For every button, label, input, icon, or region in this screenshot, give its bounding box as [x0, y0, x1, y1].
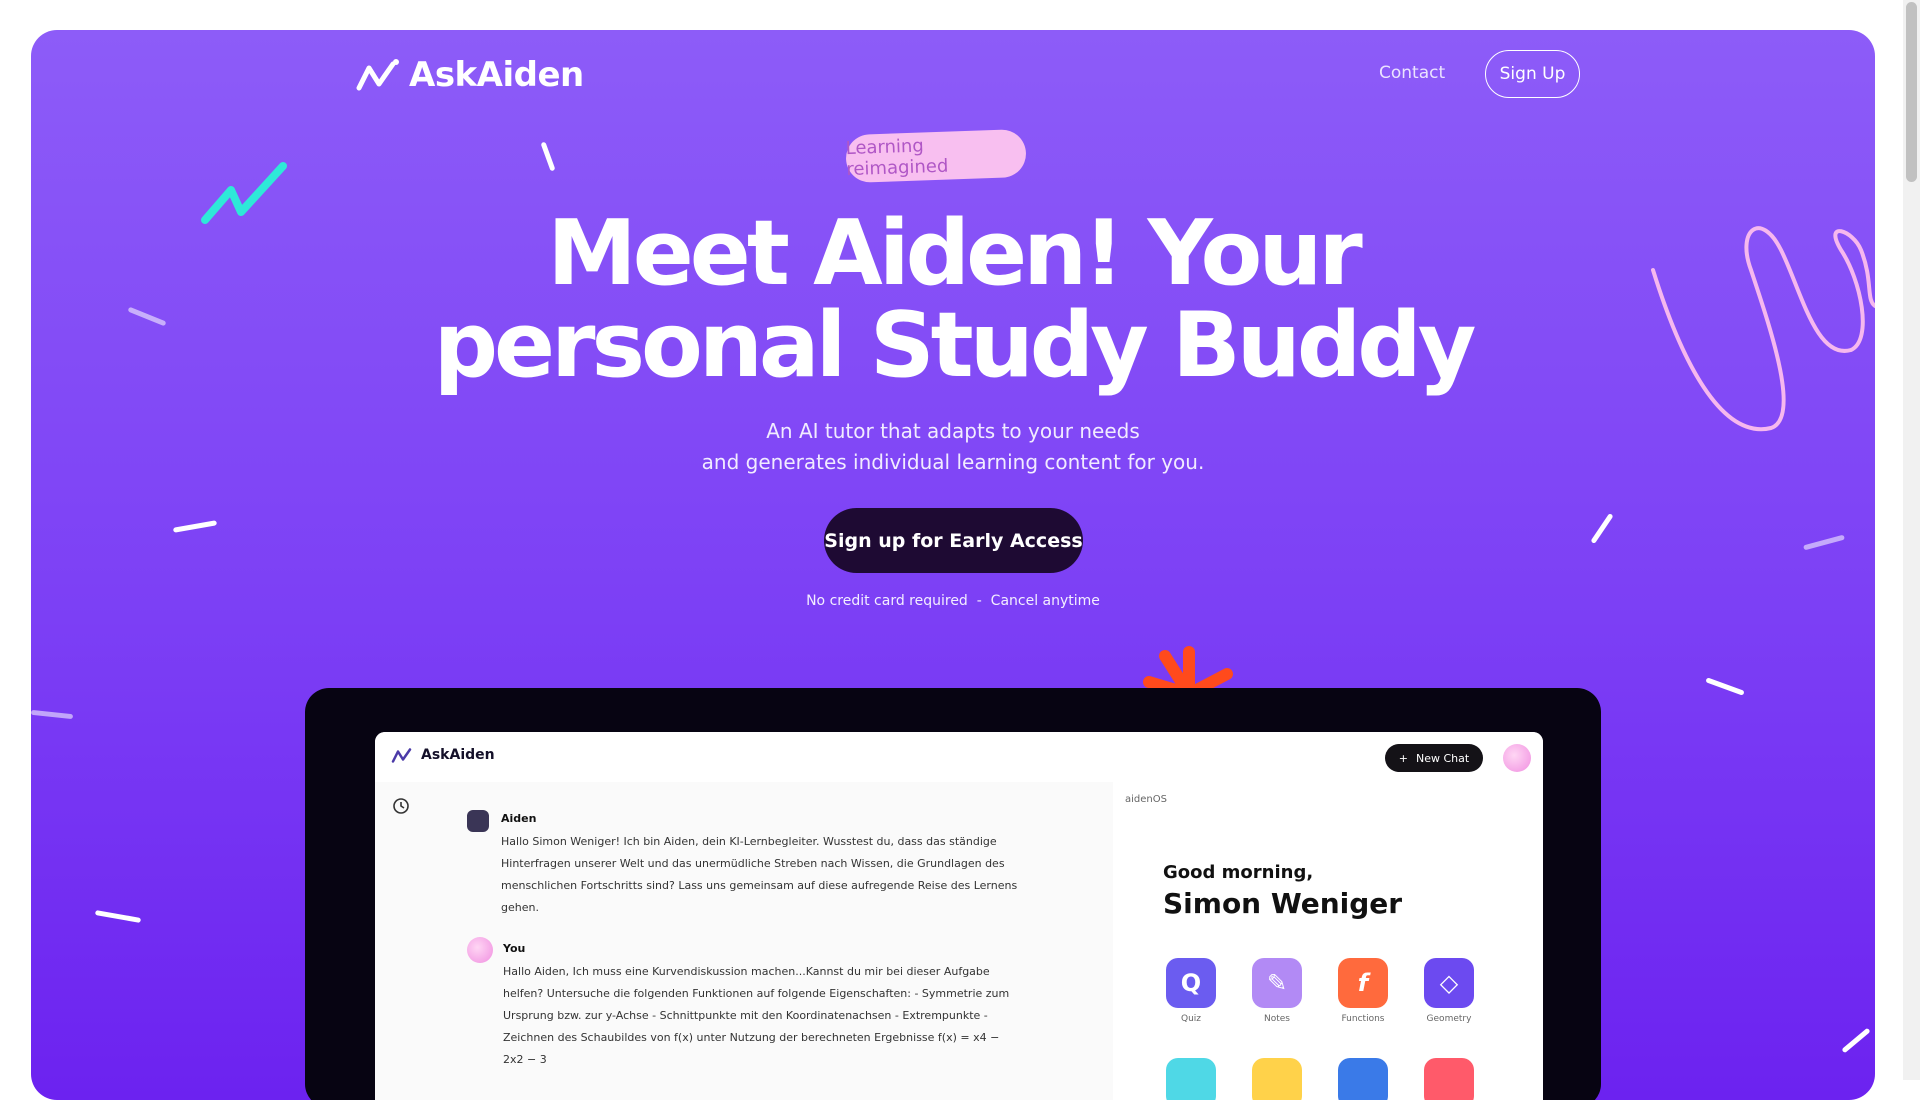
tile-functions[interactable]: f Functions [1335, 958, 1391, 1024]
headline-line-2: personal Study Buddy [433, 293, 1477, 398]
subtitle: An AI tutor that adapts to your needs an… [31, 416, 1875, 478]
app-header: AskAiden + New Chat [375, 732, 1543, 782]
page-title: Meet Aiden! Your personal Study Buddy [31, 208, 1875, 392]
functions-icon: f [1338, 958, 1388, 1008]
panel-label: aidenOS [1125, 794, 1167, 805]
tile-more[interactable] [1163, 1058, 1219, 1100]
scrollbar-thumb[interactable] [1906, 2, 1917, 182]
notes-icon: ✎ [1252, 958, 1302, 1008]
brand-logo[interactable]: AskAiden [355, 55, 584, 95]
tile-more[interactable] [1421, 1058, 1477, 1100]
tile-more[interactable] [1335, 1058, 1391, 1100]
subtitle-line-1: An AI tutor that adapts to your needs [766, 419, 1140, 443]
tile-label: Geometry [1426, 1014, 1472, 1024]
user-avatar [467, 937, 493, 963]
app-preview-screen: AskAiden + New Chat Aiden Hallo Simon We… [375, 732, 1543, 1100]
avatar[interactable] [1503, 744, 1531, 772]
app-brand-name: AskAiden [421, 747, 495, 763]
signup-note: No credit card required - Cancel anytime [806, 593, 1100, 609]
tile-notes[interactable]: ✎ Notes [1249, 958, 1305, 1024]
tagline-badge: Learning reimagined [845, 128, 1027, 184]
brand-name: AskAiden [409, 55, 584, 95]
signup-button[interactable]: Sign Up [1485, 50, 1580, 98]
geometry-icon: ◇ [1424, 958, 1474, 1008]
message-text: Hallo Simon Weniger! Ich bin Aiden, dein… [501, 835, 1018, 914]
app-logo: AskAiden [391, 746, 495, 764]
aiden-avatar [467, 810, 489, 832]
chat-message: You Hallo Aiden, Ich muss eine Kurvendis… [503, 942, 1023, 1071]
app-icon [1424, 1058, 1474, 1100]
message-sender: Aiden [501, 812, 537, 825]
dash-decoration [1803, 534, 1845, 551]
message-sender: You [503, 942, 526, 955]
new-chat-label: New Chat [1416, 751, 1470, 765]
chat-message: Aiden Hallo Simon Weniger! Ich bin Aiden… [501, 812, 1021, 919]
history-icon[interactable] [391, 796, 411, 816]
tile-more[interactable] [1249, 1058, 1305, 1100]
tile-label: Quiz [1180, 1014, 1201, 1024]
tile-label: Notes [1264, 1014, 1290, 1024]
aidenos-panel: aidenOS Good morning, Simon Weniger Q Qu… [1113, 782, 1543, 1100]
logo-mark-icon [391, 748, 412, 763]
dash-decoration [94, 910, 142, 923]
dash-decoration [1841, 1027, 1871, 1054]
app-icon [1338, 1058, 1388, 1100]
scrollbar[interactable] [1903, 0, 1920, 1080]
tile-label: Functions [1341, 1014, 1385, 1024]
tile-quiz[interactable]: Q Quiz [1163, 958, 1219, 1024]
app-icon [1252, 1058, 1302, 1100]
tile-geometry[interactable]: ◇ Geometry [1421, 958, 1477, 1024]
hero-section: AskAiden Contact Sign Up Learning reimag… [31, 30, 1875, 1100]
subtitle-line-2: and generates individual learning conten… [701, 450, 1205, 474]
message-text: Hallo Aiden, Ich muss eine Kurvendiskuss… [503, 965, 1010, 1066]
dash-decoration [172, 520, 218, 533]
dash-decoration [1705, 677, 1745, 696]
nav-contact-link[interactable]: Contact [1379, 63, 1445, 83]
app-preview-frame: AskAiden + New Chat Aiden Hallo Simon We… [305, 688, 1601, 1100]
dash-decoration [1590, 513, 1614, 544]
early-access-button[interactable]: Sign up for Early Access [824, 508, 1083, 573]
new-chat-button[interactable]: + New Chat [1385, 744, 1483, 772]
plus-icon: + [1398, 751, 1408, 765]
user-name: Simon Weniger [1163, 887, 1403, 920]
dash-decoration [540, 141, 556, 172]
quiz-icon: Q [1166, 958, 1216, 1008]
headline-line-1: Meet Aiden! Your [547, 201, 1363, 306]
dash-decoration [31, 709, 74, 720]
logo-mark-icon [356, 59, 399, 91]
app-icon [1166, 1058, 1216, 1100]
greeting: Good morning, [1163, 862, 1314, 883]
